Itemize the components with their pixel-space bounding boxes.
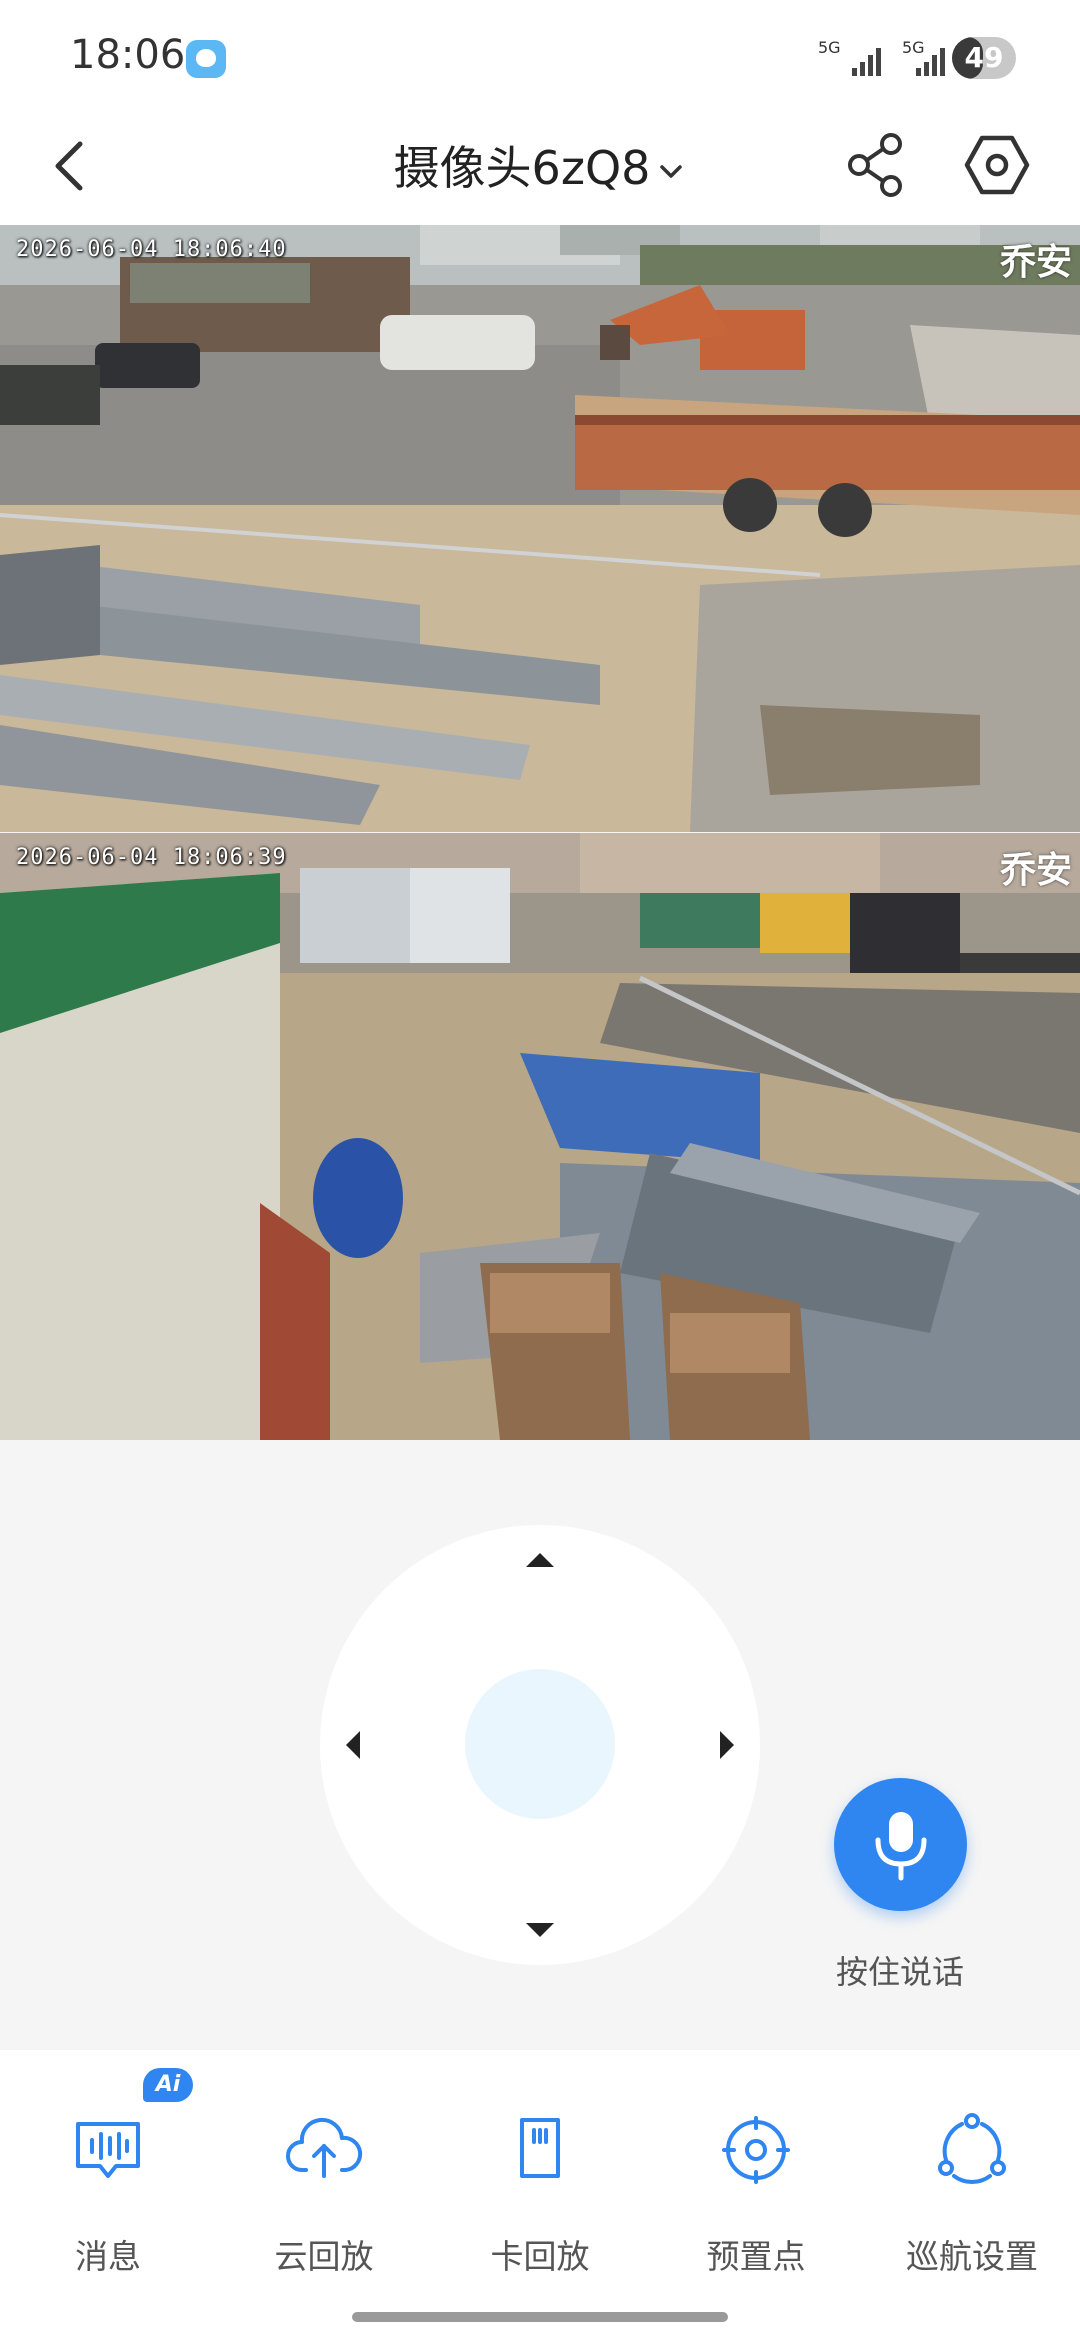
triangle-right-icon[interactable] (706, 1725, 746, 1765)
hexagon-settings-icon (964, 135, 1030, 195)
camera-selector[interactable]: 摄像头6zQ8 (0, 135, 1080, 201)
page-title: 摄像头6zQ8 (393, 141, 651, 195)
share-icon (848, 133, 902, 197)
status-bar: 18:06 5G 5G 49 (0, 0, 1080, 110)
tool-cruise-settings[interactable]: 巡航设置 (864, 2090, 1080, 2290)
home-indicator[interactable] (352, 2312, 728, 2322)
triangle-up-icon[interactable] (520, 1541, 560, 1581)
camera-feed-2[interactable]: 2026-06-04 18:06:39 乔安 (0, 833, 1080, 1440)
tool-messages[interactable]: 消息 (0, 2090, 216, 2290)
push-to-talk-label: 按住说话 (835, 1953, 964, 1991)
camera-feed-image (0, 225, 1080, 832)
triangle-left-icon[interactable] (334, 1725, 374, 1765)
settings-button[interactable] (962, 130, 1032, 200)
battery-icon: 49 (952, 37, 1016, 79)
tool-label: 云回放 (274, 2237, 374, 2276)
cruise-nodes-icon (938, 2113, 1006, 2184)
ptz-control-pad[interactable] (320, 1525, 760, 1965)
camera-feed-1[interactable]: 2026-06-04 18:06:40 乔安 (0, 225, 1080, 832)
tool-label: 预置点 (706, 2237, 806, 2276)
preset-target-icon (722, 2116, 790, 2184)
signal-network-tag: 5G (818, 38, 841, 57)
cloud-upload-icon (286, 2117, 363, 2178)
feed-timestamp: 2026-06-04 18:06:40 (16, 237, 287, 262)
tool-card-playback[interactable]: 卡回放 (432, 2090, 648, 2290)
chevron-down-icon (660, 164, 683, 178)
share-button[interactable] (845, 130, 909, 200)
feed-timestamp: 2026-06-04 18:06:39 (16, 845, 287, 870)
ptz-center (465, 1669, 615, 1819)
microphone-icon (875, 1812, 927, 1881)
nav-bar: 摄像头6zQ8 (0, 110, 1080, 225)
app-notification-icon (186, 40, 226, 78)
battery-level: 49 (964, 41, 1004, 74)
tool-cloud-playback[interactable]: 云回放 (216, 2090, 432, 2290)
tool-label: 巡航设置 (906, 2237, 1038, 2276)
camera-feed-image (0, 833, 1080, 1440)
tool-label: 卡回放 (490, 2237, 590, 2276)
tool-label: 消息 (75, 2237, 141, 2276)
triangle-down-icon[interactable] (520, 1909, 560, 1949)
push-to-talk-button[interactable] (834, 1778, 967, 1911)
sd-card-icon (520, 2118, 560, 2178)
status-time: 18:06 (70, 32, 186, 78)
tool-preset-points[interactable]: 预置点 (648, 2090, 864, 2290)
message-waveform-icon (76, 2122, 140, 2178)
ai-badge: Ai (143, 2068, 193, 2102)
feed-watermark-logo: 乔安 (999, 242, 1072, 283)
feed-watermark-logo: 乔安 (999, 850, 1072, 891)
